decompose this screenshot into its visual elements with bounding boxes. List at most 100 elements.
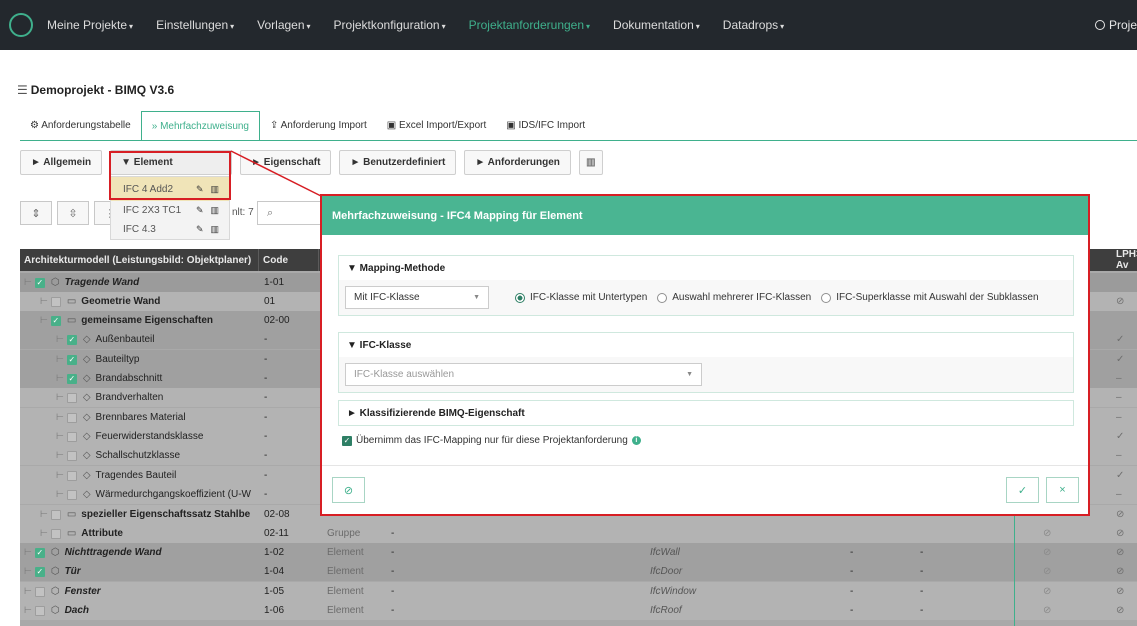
- cancel-button[interactable]: ×: [1046, 477, 1079, 503]
- row-name-cell: ⊢ ▭ Attribute: [20, 524, 260, 543]
- nav-projektkonfiguration[interactable]: Projektkonfiguration ▾: [334, 18, 446, 32]
- radio-ifc-superklasse[interactable]: IFC-Superklasse mit Auswahl der Subklass…: [821, 292, 1039, 303]
- table-row[interactable]: ⊢ ✓ ⬡ Tür 1-04 Element - IfcDoor - - ⊘ ⊘: [20, 562, 1137, 581]
- tag-icon: ◇: [82, 354, 91, 365]
- checkbox-checked-icon[interactable]: ✓: [34, 566, 45, 577]
- checkbox-checked-icon[interactable]: ✓: [66, 334, 77, 345]
- collapse-all-icon[interactable]: ⇳: [57, 201, 89, 225]
- radio-ifc-klasse-mit-untertypen[interactable]: IFC-Klasse mit Untertypen: [515, 292, 647, 303]
- menu-item-ifc4-add2[interactable]: IFC 4 Add2 ✎ ▥: [111, 177, 229, 201]
- tab-excel-import-export[interactable]: ▣ Excel Import/Export: [377, 111, 497, 140]
- tree-connector-icon[interactable]: ⊢: [40, 528, 48, 539]
- checkbox-checked-icon[interactable]: ✓: [66, 373, 77, 384]
- tree-connector-icon[interactable]: ⊢: [56, 373, 64, 384]
- trash-icon[interactable]: ▥: [210, 205, 219, 216]
- checkbox-unchecked-icon[interactable]: [34, 605, 45, 616]
- expand-all-icon[interactable]: ⇕: [20, 201, 52, 225]
- menu-item-ifc4-3[interactable]: IFC 4.3 ✎ ▥: [111, 220, 229, 239]
- menu-item-ifc2x3-tc1[interactable]: IFC 2X3 TC1 ✎ ▥: [111, 201, 229, 220]
- checkbox-checked-icon[interactable]: ✓: [66, 354, 77, 365]
- tree-connector-icon[interactable]: ⊢: [56, 470, 64, 481]
- anforderungen-button[interactable]: ► Anforderungen: [464, 150, 571, 175]
- hamburger-icon[interactable]: ☰: [17, 83, 28, 97]
- link-button[interactable]: ⊘: [332, 477, 365, 503]
- allgemein-button[interactable]: ► Allgemein: [20, 150, 103, 175]
- table-row[interactable]: ⊢ ▭ Attribute 02-11 Gruppe - ⊘ ⊘: [20, 524, 1137, 543]
- bimq-eigenschaft-heading[interactable]: ► Klassifizierende BIMQ-Eigenschaft: [339, 401, 1073, 425]
- trash-icon[interactable]: ▥: [210, 224, 219, 235]
- nav-user-menu[interactable]: Proje: [1094, 0, 1137, 50]
- row-name-cell: ⊢ ✓ ◇ Außenbauteil: [20, 330, 260, 349]
- app-logo-icon[interactable]: [9, 13, 33, 37]
- tree-connector-icon[interactable]: ⊢: [24, 547, 32, 558]
- tree-connector-icon[interactable]: ⊢: [56, 412, 64, 423]
- mapping-checkbox-row[interactable]: ✓ Übernimm das IFC-Mapping nur für diese…: [342, 435, 641, 446]
- tree-connector-icon[interactable]: ⊢: [24, 605, 32, 616]
- element-button[interactable]: ▼ Element: [110, 150, 233, 175]
- header-code[interactable]: Code: [259, 249, 319, 271]
- ifc-klasse-body: IFC-Klasse auswählen ▼: [339, 357, 1073, 392]
- pencil-icon[interactable]: ✎: [196, 205, 204, 216]
- checkbox-checked-icon[interactable]: ✓: [342, 435, 352, 446]
- nav-einstellungen[interactable]: Einstellungen ▾: [156, 18, 234, 32]
- mapping-method-select[interactable]: Mit IFC-Klasse ▼: [345, 286, 489, 309]
- tree-connector-icon[interactable]: ⊢: [56, 489, 64, 500]
- mapping-method-heading[interactable]: ▼ Mapping-Methode: [339, 256, 1073, 280]
- checkbox-unchecked-icon[interactable]: [34, 586, 45, 597]
- tree-connector-icon[interactable]: ⊢: [40, 509, 48, 520]
- eigenschaft-button[interactable]: ► Eigenschaft: [240, 150, 332, 175]
- checkbox-unchecked-icon[interactable]: [66, 450, 77, 461]
- confirm-button[interactable]: ✓: [1006, 477, 1039, 503]
- nav-meine-projekte[interactable]: Meine Projekte ▾: [47, 18, 133, 32]
- info-icon[interactable]: i: [631, 436, 641, 445]
- header-architekturmodell[interactable]: Architekturmodell (Leistungsbild: Objekt…: [20, 249, 259, 271]
- checkbox-unchecked-icon[interactable]: [66, 470, 77, 481]
- checkbox-unchecked-icon[interactable]: [50, 528, 61, 539]
- checkbox-unchecked-icon[interactable]: [50, 296, 61, 307]
- checkbox-unchecked-icon[interactable]: [66, 489, 77, 500]
- ifc-klasse-heading[interactable]: ▼ IFC-Klasse: [339, 333, 1073, 357]
- tab-anforderungstabelle[interactable]: ⚙ Anforderungstabelle: [20, 111, 141, 140]
- table-row[interactable]: ⊢ ✓ ⬡ Nichttragende Wand 1-02 Element - IfcWall…: [20, 543, 1137, 562]
- checkbox-unchecked-icon[interactable]: [50, 509, 61, 520]
- nav-projektanforderungen[interactable]: Projektanforderungen ▾: [469, 18, 590, 32]
- tree-connector-icon[interactable]: ⊢: [56, 431, 64, 442]
- tab-ids-ifc-import[interactable]: ▣ IDS/IFC Import: [496, 111, 595, 140]
- tree-connector-icon[interactable]: ⊢: [56, 392, 64, 403]
- row-value-b: -: [920, 547, 924, 558]
- header-lph3[interactable]: LPH3-Av: [1113, 249, 1137, 271]
- pencil-icon[interactable]: ✎: [196, 184, 204, 195]
- radio-auswahl-mehrerer[interactable]: Auswahl mehrerer IFC-Klassen: [657, 292, 811, 303]
- search-input[interactable]: ⌕: [257, 201, 327, 225]
- tree-connector-icon[interactable]: ⊢: [40, 296, 48, 307]
- tree-connector-icon[interactable]: ⊢: [24, 566, 32, 577]
- pencil-icon[interactable]: ✎: [196, 224, 204, 235]
- tree-connector-icon[interactable]: ⊢: [56, 334, 64, 345]
- benutzerdefiniert-button[interactable]: ► Benutzerdefiniert: [339, 150, 457, 175]
- row-name: Brennbares Material: [95, 412, 186, 423]
- nav-dokumentation[interactable]: Dokumentation ▾: [613, 18, 700, 32]
- row-name-cell: ⊢ ✓ ◇ Brandabschnitt: [20, 369, 260, 388]
- nav-vorlagen[interactable]: Vorlagen ▾: [257, 18, 310, 32]
- tree-connector-icon[interactable]: ⊢: [56, 450, 64, 461]
- tree-connector-icon[interactable]: ⊢: [56, 354, 64, 365]
- tab-mehrfachzuweisung[interactable]: » Mehrfachzuweisung: [140, 111, 260, 141]
- checkbox-unchecked-icon[interactable]: [66, 412, 77, 423]
- checkbox-checked-icon[interactable]: ✓: [34, 547, 45, 558]
- ifc-klasse-select[interactable]: IFC-Klasse auswählen ▼: [345, 363, 702, 386]
- trash-icon[interactable]: ▥: [210, 184, 219, 195]
- checkbox-unchecked-icon[interactable]: [66, 392, 77, 403]
- row-name-cell: ⊢ ▭ Geometrie Wand: [20, 292, 260, 311]
- checkbox-checked-icon[interactable]: ✓: [34, 277, 45, 288]
- nav-datadrops[interactable]: Datadrops ▾: [723, 18, 784, 32]
- trash-icon[interactable]: ▥: [578, 150, 603, 175]
- checkbox-unchecked-icon[interactable]: [66, 431, 77, 442]
- table-row[interactable]: ⊢ ⬡ Dach 1-06 Element - IfcRoof - - ⊘ ⊘: [20, 601, 1137, 620]
- table-row[interactable]: ⊢ ⬡ Fenster 1-05 Element - IfcWindow - - ⊘ ⊘: [20, 582, 1137, 601]
- tree-connector-icon[interactable]: ⊢: [24, 586, 32, 597]
- tab-anforderung-import[interactable]: ⇪ Anforderung Import: [260, 111, 377, 140]
- tree-connector-icon[interactable]: ⊢: [24, 277, 32, 288]
- checkbox-checked-icon[interactable]: ✓: [50, 315, 61, 326]
- tree-connector-icon[interactable]: ⊢: [40, 315, 48, 326]
- radio-label: IFC-Superklasse mit Auswahl der Subklass…: [836, 292, 1039, 303]
